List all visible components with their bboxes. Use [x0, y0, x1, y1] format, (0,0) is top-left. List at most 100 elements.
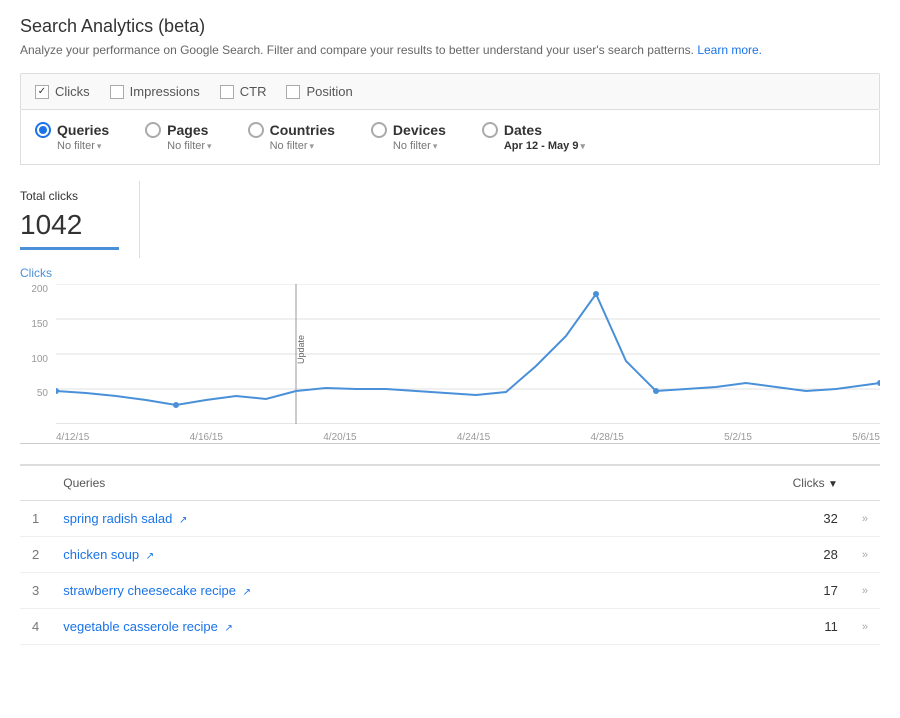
queries-filter-sub[interactable]: No filter ▾ — [57, 140, 109, 152]
countries-filter-sub[interactable]: No filter ▾ — [270, 140, 335, 152]
filter-queries[interactable]: Queries No filter ▾ — [35, 122, 109, 152]
query-link-3[interactable]: strawberry cheesecake recipe — [63, 583, 236, 598]
chart-title: Clicks — [20, 266, 880, 280]
chart-y-labels: 200 150 100 50 — [20, 284, 52, 423]
ext-link-icon-2: ↗ — [146, 551, 154, 562]
svg-text:Update: Update — [296, 335, 306, 364]
col-arrow-header — [850, 466, 880, 501]
metric-position[interactable]: Position — [286, 84, 352, 99]
devices-filter-sub[interactable]: No filter ▾ — [393, 140, 446, 152]
ext-link-icon-1: ↗ — [179, 515, 187, 526]
x-label-4: 4/24/15 — [457, 432, 490, 443]
pages-radio[interactable] — [145, 122, 161, 138]
impressions-checkbox[interactable] — [110, 85, 124, 99]
col-queries-header[interactable]: Queries — [51, 466, 653, 501]
row-num-2: 2 — [20, 537, 51, 573]
arrow-col-1[interactable]: » — [850, 501, 880, 537]
row-num-3: 3 — [20, 573, 51, 609]
ctr-label: CTR — [240, 84, 267, 99]
table-row: 4 vegetable casserole recipe ↗ 11 » — [20, 609, 880, 645]
x-label-7: 5/6/15 — [852, 432, 880, 443]
ext-link-icon-4: ↗ — [225, 623, 233, 634]
query-cell-2[interactable]: chicken soup ↗ — [51, 537, 653, 573]
metric-clicks[interactable]: Clicks — [35, 84, 90, 99]
clicks-val-1: 32 — [653, 501, 850, 537]
countries-radio[interactable] — [248, 122, 264, 138]
page-description: Analyze your performance on Google Searc… — [20, 43, 880, 57]
pages-filter-sub[interactable]: No filter ▾ — [167, 140, 211, 152]
stat-underline — [20, 247, 119, 250]
stats-chart-wrapper: Total clicks 1042 Clicks 200 150 100 50 — [20, 181, 880, 444]
y-label-200: 200 — [20, 284, 52, 295]
query-cell-1[interactable]: spring radish salad ↗ — [51, 501, 653, 537]
ctr-checkbox[interactable] — [220, 85, 234, 99]
query-link-2[interactable]: chicken soup — [63, 547, 139, 562]
filter-dates[interactable]: Dates Apr 12 - May 9 ▾ — [482, 122, 585, 152]
y-label-100: 100 — [20, 354, 52, 365]
arrow-col-2[interactable]: » — [850, 537, 880, 573]
col-num-header — [20, 466, 51, 501]
clicks-val-4: 11 — [653, 609, 850, 645]
metric-impressions[interactable]: Impressions — [110, 84, 200, 99]
chart-container: 200 150 100 50 Update — [20, 284, 880, 444]
query-link-4[interactable]: vegetable casserole recipe — [63, 619, 218, 634]
arrow-col-4[interactable]: » — [850, 609, 880, 645]
chart-section: Clicks 200 150 100 50 — [20, 266, 880, 444]
total-clicks-value: 1042 — [20, 209, 119, 241]
learn-more-link[interactable]: Learn more. — [697, 43, 762, 57]
devices-filter-label: Devices — [393, 122, 446, 138]
pages-filter-label: Pages — [167, 122, 208, 138]
table-header-row: Queries Clicks ▼ — [20, 466, 880, 501]
query-cell-4[interactable]: vegetable casserole recipe ↗ — [51, 609, 653, 645]
devices-radio[interactable] — [371, 122, 387, 138]
queries-filter-label: Queries — [57, 122, 109, 138]
filter-countries[interactable]: Countries No filter ▾ — [248, 122, 335, 152]
chart-svg: Update — [56, 284, 880, 424]
dates-radio[interactable] — [482, 122, 498, 138]
chart-x-labels: 4/12/15 4/16/15 4/20/15 4/24/15 4/28/15 … — [56, 423, 880, 443]
query-cell-3[interactable]: strawberry cheesecake recipe ↗ — [51, 573, 653, 609]
queries-radio[interactable] — [35, 122, 51, 138]
x-label-2: 4/16/15 — [190, 432, 223, 443]
clicks-label: Clicks — [55, 84, 90, 99]
pages-dropdown-icon: ▾ — [207, 141, 212, 152]
countries-dropdown-icon: ▾ — [309, 141, 314, 152]
ext-link-icon-3: ↗ — [243, 587, 251, 598]
results-table: Queries Clicks ▼ 1 spring radish salad ↗… — [20, 466, 880, 645]
page-container: Search Analytics (beta) Analyze your per… — [0, 0, 900, 661]
filter-devices[interactable]: Devices No filter ▾ — [371, 122, 446, 152]
x-label-6: 5/2/15 — [724, 432, 752, 443]
impressions-label: Impressions — [130, 84, 200, 99]
metrics-bar: Clicks Impressions CTR Position — [20, 73, 880, 110]
table-body: 1 spring radish salad ↗ 32 » 2 chicken s… — [20, 501, 880, 645]
stats-section: Total clicks 1042 — [20, 181, 880, 258]
dates-dropdown-icon: ▾ — [580, 141, 585, 152]
table-row: 1 spring radish salad ↗ 32 » — [20, 501, 880, 537]
x-label-1: 4/12/15 — [56, 432, 89, 443]
row-num-4: 4 — [20, 609, 51, 645]
y-label-150: 150 — [20, 319, 52, 330]
x-label-3: 4/20/15 — [323, 432, 356, 443]
x-label-5: 4/28/15 — [591, 432, 624, 443]
clicks-val-3: 17 — [653, 573, 850, 609]
position-label: Position — [306, 84, 352, 99]
filter-pages[interactable]: Pages No filter ▾ — [145, 122, 211, 152]
total-clicks-label: Total clicks — [20, 189, 119, 203]
position-checkbox[interactable] — [286, 85, 300, 99]
table-row: 3 strawberry cheesecake recipe ↗ 17 » — [20, 573, 880, 609]
arrow-col-3[interactable]: » — [850, 573, 880, 609]
clicks-checkbox[interactable] — [35, 85, 49, 99]
dates-filter-label: Dates — [504, 122, 542, 138]
row-num-1: 1 — [20, 501, 51, 537]
total-clicks-block: Total clicks 1042 — [20, 181, 140, 258]
query-link-1[interactable]: spring radish salad — [63, 511, 172, 526]
metric-ctr[interactable]: CTR — [220, 84, 267, 99]
sort-arrow-icon: ▼ — [828, 479, 838, 490]
col-clicks-header[interactable]: Clicks ▼ — [653, 466, 850, 501]
y-label-50: 50 — [20, 388, 52, 399]
devices-dropdown-icon: ▾ — [433, 141, 438, 152]
table-row: 2 chicken soup ↗ 28 » — [20, 537, 880, 573]
filter-bar: Queries No filter ▾ Pages No filter ▾ Co… — [20, 110, 880, 165]
dates-filter-sub[interactable]: Apr 12 - May 9 ▾ — [504, 140, 585, 152]
clicks-val-2: 28 — [653, 537, 850, 573]
